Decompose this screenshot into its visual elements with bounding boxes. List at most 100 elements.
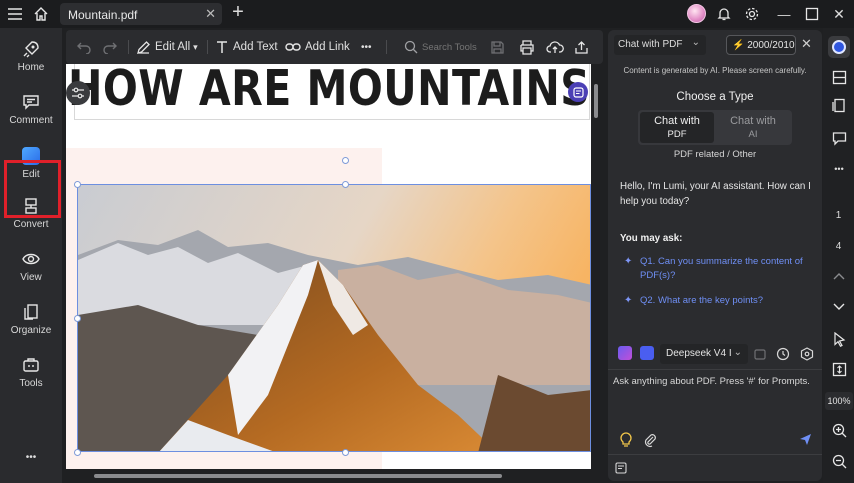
edit-all-button[interactable]: Edit All ▾	[136, 38, 198, 56]
model-dropdown[interactable]: Deepseek V4 I ⌄	[660, 344, 748, 364]
suggested-question[interactable]: ✦ Q2. What are the key points?	[624, 294, 814, 308]
resize-handle[interactable]	[342, 181, 349, 188]
lightbulb-icon[interactable]	[619, 432, 633, 448]
rocket-icon	[23, 41, 39, 58]
chat-input-actions	[608, 430, 822, 450]
sidebar-item-tools[interactable]: Tools	[0, 348, 62, 400]
rotate-handle[interactable]	[342, 157, 349, 164]
eye-icon	[22, 253, 40, 265]
comments-panel-button[interactable]	[828, 127, 850, 149]
zoom-out-button[interactable]	[828, 450, 850, 472]
lumi-robot-icon	[832, 40, 846, 54]
resize-handle[interactable]	[74, 449, 81, 456]
horizontal-scrollbar[interactable]	[94, 474, 502, 478]
sidebar-item-comment[interactable]: Comment	[0, 85, 62, 137]
title-bar: Mountain.pdf ✕ + — ✕	[0, 0, 854, 28]
redo-button[interactable]	[102, 38, 122, 56]
resize-handle[interactable]	[74, 315, 81, 322]
print-button[interactable]	[519, 38, 539, 56]
minimize-icon[interactable]: —	[774, 4, 794, 24]
sidebar-item-label: Tools	[19, 378, 43, 389]
sparkle-icon: ✦	[624, 295, 633, 306]
suggested-question[interactable]: ✦ Q1. Can you summarize the content of P…	[624, 255, 814, 283]
ai-chat-icon	[572, 86, 584, 98]
option-sublabel: PDF	[667, 129, 687, 140]
hamburger-menu-icon[interactable]	[5, 4, 25, 24]
resize-handle[interactable]	[74, 181, 81, 188]
ai-assistant-button[interactable]	[828, 36, 850, 58]
more-tools-button[interactable]: •••	[361, 38, 372, 56]
zoom-level[interactable]: 100%	[825, 392, 853, 410]
new-chat-icon[interactable]	[618, 346, 632, 360]
token-counter[interactable]: ⚡ 2000/2010	[726, 35, 796, 55]
gear-icon[interactable]	[742, 4, 762, 24]
sidebar-item-convert[interactable]: Convert	[0, 189, 62, 241]
more-icon[interactable]: •••	[828, 158, 850, 180]
document-heading[interactable]: HOW ARE MOUNTAINS FORMED?	[68, 64, 591, 117]
add-text-label: Add Text	[233, 41, 278, 53]
sidebar-item-label: View	[20, 272, 42, 283]
chat-with-pdf-option[interactable]: Chat with PDF	[640, 112, 714, 143]
properties-toggle-button[interactable]	[66, 81, 90, 105]
ai-floating-button[interactable]	[568, 82, 588, 102]
chevron-down-icon: ▾	[193, 41, 198, 52]
share-icon	[575, 40, 588, 54]
search-tools[interactable]	[404, 38, 484, 56]
chat-mode-dropdown[interactable]: Chat with PDF ⌄	[614, 35, 706, 55]
attach-file-icon[interactable]	[753, 347, 767, 361]
properties-panel-button[interactable]	[828, 66, 850, 88]
right-rail: ••• 1 4 100%	[823, 28, 854, 483]
window-close-icon[interactable]: ✕	[829, 4, 849, 24]
send-icon[interactable]	[798, 432, 813, 447]
home-icon[interactable]	[31, 4, 51, 24]
sparkle-icon: ✦	[624, 256, 633, 267]
vertical-scrollbar[interactable]	[594, 84, 598, 118]
paperclip-icon[interactable]	[643, 432, 657, 448]
close-chat-icon[interactable]: ✕	[801, 36, 812, 52]
save-icon	[491, 40, 504, 54]
organize-icon	[24, 304, 38, 320]
history-icon[interactable]	[776, 347, 790, 361]
next-page-button[interactable]	[828, 296, 850, 318]
question-text: Q1. Can you summarize the content of PDF…	[640, 256, 803, 281]
avatar[interactable]	[687, 4, 706, 23]
page-thumbnail-icon[interactable]	[615, 462, 627, 474]
select-tool-button[interactable]	[828, 328, 850, 350]
pencil-icon	[137, 40, 150, 54]
chevron-down-icon	[833, 303, 845, 310]
close-tab-icon[interactable]: ✕	[205, 6, 216, 22]
option-sublabel: AI	[748, 129, 758, 140]
undo-button[interactable]	[76, 38, 96, 56]
assistant-greeting: Hello, I'm Lumi, your AI assistant. How …	[620, 181, 811, 207]
upload-cloud-button[interactable]	[546, 38, 568, 56]
document-page[interactable]: HOW ARE MOUNTAINS FORMED?	[66, 64, 591, 469]
current-page[interactable]: 1	[823, 210, 854, 221]
share-button[interactable]	[574, 38, 593, 56]
zoom-in-icon	[832, 423, 846, 437]
zoom-in-button[interactable]	[828, 419, 850, 441]
chat-with-ai-option[interactable]: Chat with AI	[716, 112, 790, 143]
document-tab[interactable]: Mountain.pdf ✕	[60, 3, 222, 25]
comment-icon	[832, 131, 846, 146]
add-text-button[interactable]: Add Text	[215, 38, 278, 56]
search-tools-input[interactable]	[422, 41, 484, 53]
prev-page-button[interactable]	[828, 265, 850, 287]
resize-handle[interactable]	[342, 449, 349, 456]
sidebar-item-view[interactable]: View	[0, 242, 62, 294]
ai-disclaimer: Content is generated by AI. Please scree…	[623, 66, 807, 75]
settings-hex-icon[interactable]	[800, 347, 814, 361]
fit-page-button[interactable]	[828, 358, 850, 380]
sidebar-item-organize[interactable]: Organize	[0, 295, 62, 347]
sidebar-item-home[interactable]: Home	[0, 32, 62, 84]
maximize-icon[interactable]	[802, 4, 822, 24]
chat-input[interactable]	[613, 373, 817, 389]
bell-icon[interactable]	[714, 4, 734, 24]
save-button[interactable]	[490, 38, 509, 56]
ai-chat-panel: Chat with PDF ⌄ ⚡ 2000/2010 ✕ Content is…	[608, 30, 822, 481]
add-tab-icon[interactable]: +	[228, 1, 248, 23]
thumbnails-button[interactable]	[828, 94, 850, 116]
more-icon[interactable]: •••	[0, 452, 62, 463]
mountain-image[interactable]	[77, 184, 591, 452]
chat-type-selector: Chat with PDF Chat with AI	[638, 110, 792, 145]
add-link-button[interactable]: Add Link	[285, 38, 350, 56]
